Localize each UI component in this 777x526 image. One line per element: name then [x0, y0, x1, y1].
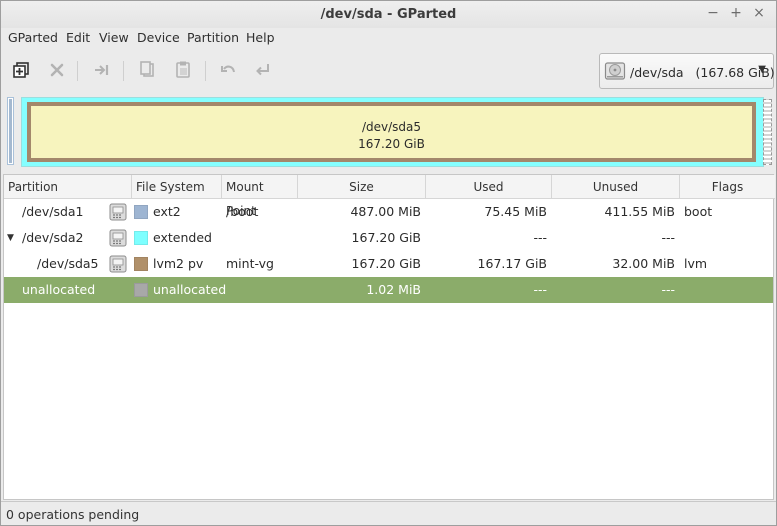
menu-partition[interactable]: Partition — [187, 30, 239, 45]
column-unused[interactable]: Unused — [552, 175, 680, 199]
lock-icon — [109, 203, 127, 221]
cell-size: 1.02 MiB — [366, 282, 421, 297]
status-bar: 0 operations pending — [1, 501, 776, 525]
cell-unused: --- — [661, 282, 675, 297]
cell-size: 167.20 GiB — [351, 230, 421, 245]
toolbar: /dev/sda (167.68 GiB) ▼ — [1, 51, 776, 91]
status-text: 0 operations pending — [6, 507, 140, 522]
minimize-button[interactable]: − — [706, 6, 720, 20]
cell-used: 75.45 MiB — [484, 204, 547, 219]
cell-filesystem: lvm2 pv — [153, 256, 204, 271]
filesystem-color-swatch — [134, 257, 148, 271]
expander-arrow-icon[interactable]: ▼ — [7, 225, 14, 251]
cell-size: 487.00 MiB — [350, 204, 421, 219]
toolbar-separator — [123, 61, 124, 81]
copy-icon — [140, 61, 154, 77]
cell-partition: /dev/sda2 — [22, 230, 84, 245]
window-title: /dev/sda - GParted — [320, 7, 457, 22]
undo-icon — [221, 65, 235, 73]
partition-table: Partition File System Mount Point Size U… — [3, 174, 775, 500]
column-size[interactable]: Size — [298, 175, 426, 199]
cell-unused: 32.00 MiB — [612, 256, 675, 271]
close-button[interactable]: × — [752, 6, 766, 20]
column-mountpoint[interactable]: Mount Point — [222, 175, 298, 218]
cell-partition: /dev/sda1 — [22, 204, 84, 219]
paste-button[interactable] — [170, 58, 196, 82]
cell-unused: --- — [661, 230, 675, 245]
apply-icon — [256, 64, 269, 76]
cell-partition: /dev/sda5 — [37, 256, 99, 271]
map-unallocated[interactable] — [763, 99, 772, 165]
map-partition-sda1[interactable] — [7, 97, 14, 165]
paste-icon — [176, 61, 190, 78]
cell-unused: 411.55 MiB — [604, 204, 675, 219]
delete-icon — [50, 63, 64, 77]
filesystem-color-swatch — [134, 283, 148, 297]
new-partition-icon — [13, 62, 29, 78]
table-row[interactable]: /dev/sda5 lvm2 pv mint-vg 167.20 GiB 167… — [4, 251, 773, 277]
delete-button[interactable] — [44, 58, 70, 82]
filesystem-color-swatch — [134, 231, 148, 245]
title-bar[interactable]: /dev/sda - GParted − + × — [1, 1, 776, 28]
cell-mountpoint: mint-vg — [226, 256, 274, 271]
undo-button[interactable] — [216, 58, 242, 82]
column-used[interactable]: Used — [426, 175, 552, 199]
harddisk-icon — [604, 62, 626, 80]
table-row-selected[interactable]: unallocated unallocated 1.02 MiB --- --- — [4, 277, 773, 303]
column-filesystem[interactable]: File System — [132, 175, 222, 199]
copy-button[interactable] — [134, 58, 160, 82]
maximize-button[interactable]: + — [729, 6, 743, 20]
resize-move-button[interactable] — [89, 58, 115, 82]
map-sda1-fill — [9, 99, 12, 163]
cell-filesystem: extended — [153, 230, 212, 245]
device-selector[interactable]: /dev/sda (167.68 GiB) ▼ — [599, 53, 775, 89]
cell-filesystem: unallocated — [153, 282, 227, 297]
table-row[interactable]: /dev/sda1 ext2 /boot 487.00 MiB 75.45 Mi… — [4, 199, 773, 225]
lock-icon — [109, 255, 127, 273]
gparted-window: /dev/sda - GParted − + × GParted Edit Vi… — [0, 0, 777, 526]
toolbar-separator — [205, 61, 206, 81]
device-name: /dev/sda — [630, 65, 684, 80]
menu-device[interactable]: Device — [137, 30, 180, 45]
cell-used: --- — [533, 230, 547, 245]
filesystem-color-swatch — [134, 205, 148, 219]
table-row[interactable]: ▼ /dev/sda2 extended 167.20 GiB --- --- — [4, 225, 773, 251]
cell-flags: lvm — [684, 256, 708, 271]
cell-size: 167.20 GiB — [351, 256, 421, 271]
lock-icon — [109, 229, 127, 247]
cell-mountpoint: /boot — [226, 204, 259, 219]
cell-flags: boot — [684, 204, 713, 219]
resize-move-icon — [95, 65, 109, 75]
menu-edit[interactable]: Edit — [66, 30, 90, 45]
menu-view[interactable]: View — [99, 30, 129, 45]
disk-map: /dev/sda5 167.20 GiB — [5, 96, 774, 169]
map-partition-sda5[interactable]: /dev/sda5 167.20 GiB — [27, 102, 756, 162]
table-header: Partition File System Mount Point Size U… — [4, 175, 775, 218]
map-partition-label: /dev/sda5 — [361, 120, 422, 134]
menu-gparted[interactable]: GParted — [8, 30, 58, 45]
cell-used: --- — [533, 282, 547, 297]
cell-filesystem: ext2 — [153, 204, 181, 219]
menu-help[interactable]: Help — [246, 30, 275, 45]
cell-partition: unallocated — [22, 282, 96, 297]
toolbar-separator — [77, 61, 78, 81]
apply-button[interactable] — [250, 58, 276, 82]
menubar: GParted Edit View Device Partition Help — [1, 28, 776, 48]
new-partition-button[interactable] — [8, 58, 34, 82]
column-partition[interactable]: Partition — [4, 175, 132, 199]
device-label: /dev/sda (167.68 GiB) — [630, 65, 775, 80]
column-flags[interactable]: Flags — [680, 175, 775, 199]
cell-used: 167.17 GiB — [477, 256, 547, 271]
dropdown-arrow-icon: ▼ — [758, 64, 766, 75]
map-partition-size: 167.20 GiB — [358, 137, 425, 151]
